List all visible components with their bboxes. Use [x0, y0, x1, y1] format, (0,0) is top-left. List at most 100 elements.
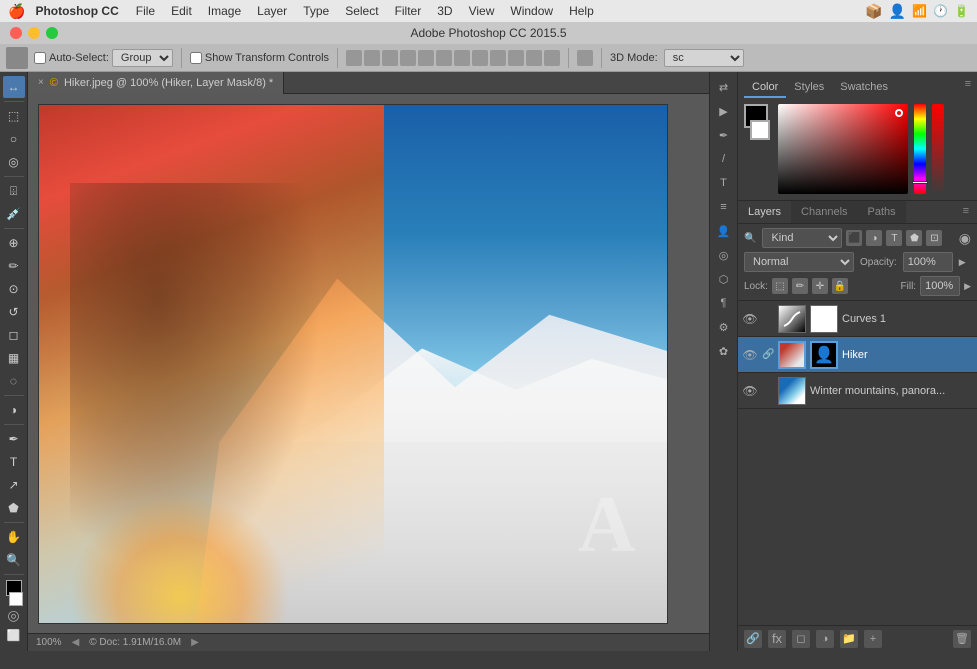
new-group-button[interactable]: 📁: [840, 630, 858, 648]
right-icon-play[interactable]: ▶: [713, 100, 735, 122]
tool-blur[interactable]: ◌: [3, 370, 25, 392]
distribute-left-icon[interactable]: [454, 50, 470, 66]
align-bottom-icon[interactable]: [436, 50, 452, 66]
filter-type-icon[interactable]: T: [886, 230, 902, 246]
menu-file[interactable]: File: [129, 4, 162, 18]
align-middle-icon[interactable]: [418, 50, 434, 66]
close-button[interactable]: [10, 27, 22, 39]
tab-channels[interactable]: Channels: [791, 201, 857, 223]
lock-all-icon[interactable]: 🔒: [832, 278, 848, 294]
tool-gradient[interactable]: ▦: [3, 347, 25, 369]
menu-edit[interactable]: Edit: [164, 4, 199, 18]
fill-input[interactable]: [920, 276, 960, 296]
minimize-button[interactable]: [28, 27, 40, 39]
menu-type[interactable]: Type: [296, 4, 336, 18]
right-icon-pen[interactable]: ✒: [713, 124, 735, 146]
new-adjustment-button[interactable]: ◑: [816, 630, 834, 648]
canvas-tab-hiker[interactable]: × © Hiker.jpeg @ 100% (Hiker, Layer Mask…: [28, 72, 284, 94]
distribute-bottom-icon[interactable]: [544, 50, 560, 66]
tool-lasso[interactable]: ○: [3, 128, 25, 150]
tool-hand[interactable]: ✋: [3, 526, 25, 548]
tab-close-icon[interactable]: ×: [38, 77, 44, 88]
tab-paths[interactable]: Paths: [858, 201, 906, 223]
align-left-icon[interactable]: [346, 50, 362, 66]
canvas-image[interactable]: A: [38, 104, 668, 624]
align-top-icon[interactable]: [400, 50, 416, 66]
menu-window[interactable]: Window: [503, 4, 560, 18]
opacity-input[interactable]: [903, 252, 953, 272]
align-right-icon[interactable]: [382, 50, 398, 66]
maximize-button[interactable]: [46, 27, 58, 39]
lock-pixels-icon[interactable]: ⬚: [772, 278, 788, 294]
tool-crop[interactable]: ⌹: [3, 180, 25, 202]
kind-select[interactable]: Kind: [762, 228, 842, 248]
right-icon-person[interactable]: 👤: [713, 220, 735, 242]
opacity-arrow[interactable]: ▶: [959, 257, 966, 268]
menu-select[interactable]: Select: [338, 4, 385, 18]
tool-move[interactable]: ↔: [3, 76, 25, 98]
tool-brush[interactable]: ✏: [3, 255, 25, 277]
menu-3d[interactable]: 3D: [430, 4, 459, 18]
layer-item-hiker[interactable]: 👁 🔗 👤 Hiker: [738, 337, 977, 373]
filter-pixel-icon[interactable]: ⬛: [846, 230, 862, 246]
right-icon-flower[interactable]: ✿: [713, 340, 735, 362]
right-icon-type[interactable]: T: [713, 172, 735, 194]
tool-history[interactable]: ↺: [3, 301, 25, 323]
filter-adjustment-icon[interactable]: ◑: [866, 230, 882, 246]
right-icon-gear[interactable]: ⚙: [713, 316, 735, 338]
tool-spot-heal[interactable]: ⊕: [3, 232, 25, 254]
screen-mode-icon[interactable]: ⬜: [7, 629, 21, 642]
fill-arrow-icon[interactable]: ▶: [964, 281, 971, 292]
blend-mode-select[interactable]: Normal Multiply Screen Overlay: [744, 252, 854, 272]
lock-paint-icon[interactable]: ✏: [792, 278, 808, 294]
background-color[interactable]: [9, 592, 23, 606]
right-icon-1[interactable]: ⇄: [713, 76, 735, 98]
layer-item-mountain[interactable]: 👁 Winter mountains, panora...: [738, 373, 977, 409]
right-icon-cube[interactable]: ⬡: [713, 268, 735, 290]
delete-layer-button[interactable]: 🗑: [953, 630, 971, 648]
distribute-top-icon[interactable]: [508, 50, 524, 66]
tool-type[interactable]: T: [3, 451, 25, 473]
tool-quick-select[interactable]: ◎: [3, 151, 25, 173]
menu-filter[interactable]: Filter: [388, 4, 429, 18]
tool-eraser[interactable]: ◻: [3, 324, 25, 346]
hue-slider[interactable]: [914, 104, 926, 194]
color-saturation-field[interactable]: [778, 104, 908, 194]
new-layer-button[interactable]: +: [864, 630, 882, 648]
layer-visibility-hiker[interactable]: 👁: [742, 348, 758, 362]
tool-eyedropper[interactable]: 💉: [3, 203, 25, 225]
tab-styles[interactable]: Styles: [786, 78, 832, 98]
distribute-middle-icon[interactable]: [526, 50, 542, 66]
status-arrow-right[interactable]: ▶: [191, 637, 199, 648]
tool-zoom[interactable]: 🔍: [3, 549, 25, 571]
menu-layer[interactable]: Layer: [250, 4, 294, 18]
layer-visibility-curves[interactable]: 👁: [742, 312, 758, 326]
dropbox-icon[interactable]: 📦: [865, 3, 882, 20]
layer-visibility-mountain[interactable]: 👁: [742, 384, 758, 398]
transform-controls-checkbox[interactable]: [190, 52, 202, 64]
tool-clone[interactable]: ⊙: [3, 278, 25, 300]
apple-menu[interactable]: 🍎: [8, 3, 25, 20]
align-center-icon[interactable]: [364, 50, 380, 66]
add-mask-button[interactable]: ◻: [792, 630, 810, 648]
right-icon-line[interactable]: /: [713, 148, 735, 170]
threed-mode-select[interactable]: sc: [664, 49, 744, 67]
extras-icon[interactable]: [577, 50, 593, 66]
distribute-right-icon[interactable]: [490, 50, 506, 66]
tool-shape[interactable]: ⬟: [3, 497, 25, 519]
link-layers-button[interactable]: 🔗: [744, 630, 762, 648]
distribute-center-icon[interactable]: [472, 50, 488, 66]
tab-swatches[interactable]: Swatches: [832, 78, 896, 98]
right-icon-layers[interactable]: ≡: [713, 196, 735, 218]
right-icon-paragraph[interactable]: ¶: [713, 292, 735, 314]
autoselect-type-select[interactable]: Group Layer: [112, 49, 173, 67]
layers-panel-options-icon[interactable]: ≡: [955, 201, 977, 223]
color-panel-options[interactable]: ≡: [965, 78, 971, 98]
autoselect-checkbox[interactable]: [34, 52, 46, 64]
filter-smart-icon[interactable]: ⊡: [926, 230, 942, 246]
opacity-slider[interactable]: [932, 104, 944, 194]
user-icon[interactable]: 👤: [889, 3, 906, 20]
quick-mask-icon[interactable]: ◎: [7, 607, 19, 624]
menu-help[interactable]: Help: [562, 4, 601, 18]
lock-move-icon[interactable]: ✛: [812, 278, 828, 294]
